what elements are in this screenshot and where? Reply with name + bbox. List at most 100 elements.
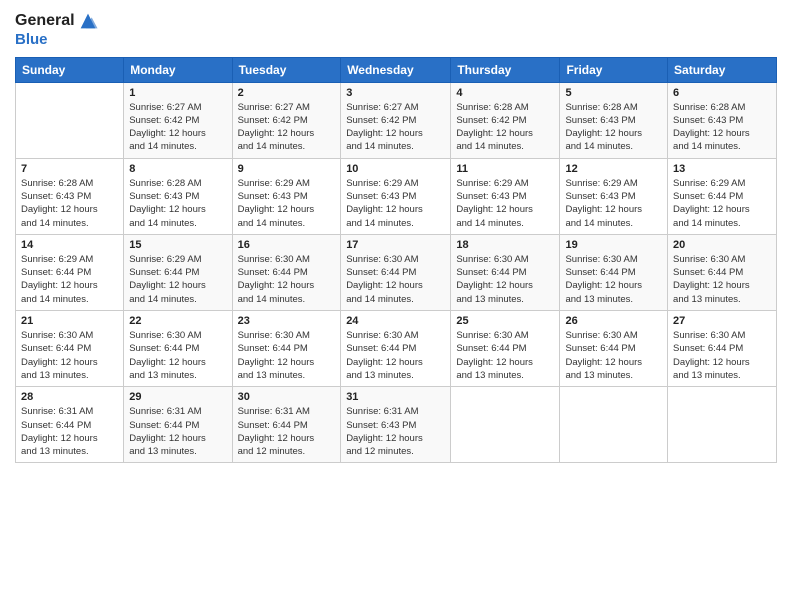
header-friday: Friday bbox=[560, 57, 668, 82]
day-number: 10 bbox=[346, 163, 445, 175]
day-number: 20 bbox=[673, 239, 771, 251]
day-info: Sunrise: 6:30 AMSunset: 6:44 PMDaylight:… bbox=[238, 253, 336, 306]
calendar-table: SundayMondayTuesdayWednesdayThursdayFrid… bbox=[15, 57, 777, 464]
day-cell: 17 Sunrise: 6:30 AMSunset: 6:44 PMDayligh… bbox=[341, 234, 451, 310]
day-info: Sunrise: 6:28 AMSunset: 6:43 PMDaylight:… bbox=[565, 101, 662, 154]
day-number: 29 bbox=[129, 391, 226, 403]
day-number: 4 bbox=[456, 87, 554, 99]
day-number: 22 bbox=[129, 315, 226, 327]
day-number: 24 bbox=[346, 315, 445, 327]
day-number: 17 bbox=[346, 239, 445, 251]
day-info: Sunrise: 6:29 AMSunset: 6:44 PMDaylight:… bbox=[673, 177, 771, 230]
day-cell: 27 Sunrise: 6:30 AMSunset: 6:44 PMDayligh… bbox=[668, 311, 777, 387]
day-info: Sunrise: 6:30 AMSunset: 6:44 PMDaylight:… bbox=[21, 329, 118, 382]
day-info: Sunrise: 6:30 AMSunset: 6:44 PMDaylight:… bbox=[346, 329, 445, 382]
day-number: 25 bbox=[456, 315, 554, 327]
day-cell: 30 Sunrise: 6:31 AMSunset: 6:44 PMDayligh… bbox=[232, 387, 341, 463]
logo: General Blue bbox=[15, 10, 99, 49]
day-number: 27 bbox=[673, 315, 771, 327]
day-number: 11 bbox=[456, 163, 554, 175]
day-cell bbox=[16, 82, 124, 158]
day-info: Sunrise: 6:30 AMSunset: 6:44 PMDaylight:… bbox=[346, 253, 445, 306]
day-number: 26 bbox=[565, 315, 662, 327]
day-info: Sunrise: 6:28 AMSunset: 6:43 PMDaylight:… bbox=[129, 177, 226, 230]
day-info: Sunrise: 6:27 AMSunset: 6:42 PMDaylight:… bbox=[238, 101, 336, 154]
day-cell: 31 Sunrise: 6:31 AMSunset: 6:43 PMDayligh… bbox=[341, 387, 451, 463]
day-cell: 29 Sunrise: 6:31 AMSunset: 6:44 PMDayligh… bbox=[124, 387, 232, 463]
day-info: Sunrise: 6:30 AMSunset: 6:44 PMDaylight:… bbox=[456, 253, 554, 306]
header-saturday: Saturday bbox=[668, 57, 777, 82]
day-cell: 26 Sunrise: 6:30 AMSunset: 6:44 PMDayligh… bbox=[560, 311, 668, 387]
day-number: 2 bbox=[238, 87, 336, 99]
day-info: Sunrise: 6:27 AMSunset: 6:42 PMDaylight:… bbox=[346, 101, 445, 154]
header-sunday: Sunday bbox=[16, 57, 124, 82]
day-cell: 14 Sunrise: 6:29 AMSunset: 6:44 PMDayligh… bbox=[16, 234, 124, 310]
day-info: Sunrise: 6:29 AMSunset: 6:43 PMDaylight:… bbox=[346, 177, 445, 230]
day-number: 21 bbox=[21, 315, 118, 327]
day-cell bbox=[668, 387, 777, 463]
day-cell: 8 Sunrise: 6:28 AMSunset: 6:43 PMDaylight… bbox=[124, 158, 232, 234]
day-number: 8 bbox=[129, 163, 226, 175]
week-row-2: 7Sunrise: 6:28 AMSunset: 6:43 PMDaylight… bbox=[16, 158, 777, 234]
day-cell: 25 Sunrise: 6:30 AMSunset: 6:44 PMDayligh… bbox=[451, 311, 560, 387]
day-number: 30 bbox=[238, 391, 336, 403]
day-number: 23 bbox=[238, 315, 336, 327]
day-info: Sunrise: 6:31 AMSunset: 6:44 PMDaylight:… bbox=[238, 405, 336, 458]
day-cell: 15Sunrise: 6:29 AMSunset: 6:44 PMDayligh… bbox=[124, 234, 232, 310]
day-cell: 13 Sunrise: 6:29 AMSunset: 6:44 PMDayligh… bbox=[668, 158, 777, 234]
day-cell: 9Sunrise: 6:29 AMSunset: 6:43 PMDaylight… bbox=[232, 158, 341, 234]
day-number: 1 bbox=[129, 87, 226, 99]
day-cell: 5 Sunrise: 6:28 AMSunset: 6:43 PMDaylight… bbox=[560, 82, 668, 158]
day-info: Sunrise: 6:28 AMSunset: 6:43 PMDaylight:… bbox=[673, 101, 771, 154]
day-info: Sunrise: 6:31 AMSunset: 6:44 PMDaylight:… bbox=[129, 405, 226, 458]
day-info: Sunrise: 6:29 AMSunset: 6:43 PMDaylight:… bbox=[238, 177, 336, 230]
header-tuesday: Tuesday bbox=[232, 57, 341, 82]
day-number: 3 bbox=[346, 87, 445, 99]
day-info: Sunrise: 6:30 AMSunset: 6:44 PMDaylight:… bbox=[565, 329, 662, 382]
day-cell: 22 Sunrise: 6:30 AMSunset: 6:44 PMDayligh… bbox=[124, 311, 232, 387]
day-number: 13 bbox=[673, 163, 771, 175]
day-cell: 6 Sunrise: 6:28 AMSunset: 6:43 PMDaylight… bbox=[668, 82, 777, 158]
day-info: Sunrise: 6:30 AMSunset: 6:44 PMDaylight:… bbox=[129, 329, 226, 382]
day-info: Sunrise: 6:27 AMSunset: 6:42 PMDaylight:… bbox=[129, 101, 226, 154]
day-number: 18 bbox=[456, 239, 554, 251]
day-info: Sunrise: 6:30 AMSunset: 6:44 PMDaylight:… bbox=[456, 329, 554, 382]
day-info: Sunrise: 6:29 AMSunset: 6:43 PMDaylight:… bbox=[565, 177, 662, 230]
day-cell: 12Sunrise: 6:29 AMSunset: 6:43 PMDayligh… bbox=[560, 158, 668, 234]
day-cell: 20 Sunrise: 6:30 AMSunset: 6:44 PMDayligh… bbox=[668, 234, 777, 310]
day-cell: 23Sunrise: 6:30 AMSunset: 6:44 PMDayligh… bbox=[232, 311, 341, 387]
day-info: Sunrise: 6:30 AMSunset: 6:44 PMDaylight:… bbox=[673, 329, 771, 382]
day-info: Sunrise: 6:31 AMSunset: 6:43 PMDaylight:… bbox=[346, 405, 445, 458]
day-info: Sunrise: 6:31 AMSunset: 6:44 PMDaylight:… bbox=[21, 405, 118, 458]
day-number: 31 bbox=[346, 391, 445, 403]
day-cell: 11 Sunrise: 6:29 AMSunset: 6:43 PMDayligh… bbox=[451, 158, 560, 234]
day-cell: 3 Sunrise: 6:27 AMSunset: 6:42 PMDaylight… bbox=[341, 82, 451, 158]
page: General Blue SundayMondayTuesdayWednesda… bbox=[0, 0, 792, 612]
week-row-5: 28 Sunrise: 6:31 AMSunset: 6:44 PMDayligh… bbox=[16, 387, 777, 463]
day-cell: 19 Sunrise: 6:30 AMSunset: 6:44 PMDayligh… bbox=[560, 234, 668, 310]
day-cell: 21 Sunrise: 6:30 AMSunset: 6:44 PMDayligh… bbox=[16, 311, 124, 387]
week-row-3: 14 Sunrise: 6:29 AMSunset: 6:44 PMDayligh… bbox=[16, 234, 777, 310]
day-cell: 7Sunrise: 6:28 AMSunset: 6:43 PMDaylight… bbox=[16, 158, 124, 234]
day-info: Sunrise: 6:29 AMSunset: 6:43 PMDaylight:… bbox=[456, 177, 554, 230]
day-number: 19 bbox=[565, 239, 662, 251]
week-row-4: 21 Sunrise: 6:30 AMSunset: 6:44 PMDayligh… bbox=[16, 311, 777, 387]
day-cell: 4Sunrise: 6:28 AMSunset: 6:42 PMDaylight… bbox=[451, 82, 560, 158]
header-wednesday: Wednesday bbox=[341, 57, 451, 82]
day-info: Sunrise: 6:29 AMSunset: 6:44 PMDaylight:… bbox=[21, 253, 118, 306]
day-cell: 18 Sunrise: 6:30 AMSunset: 6:44 PMDayligh… bbox=[451, 234, 560, 310]
day-number: 14 bbox=[21, 239, 118, 251]
day-number: 5 bbox=[565, 87, 662, 99]
day-info: Sunrise: 6:30 AMSunset: 6:44 PMDaylight:… bbox=[673, 253, 771, 306]
day-cell: 2 Sunrise: 6:27 AMSunset: 6:42 PMDaylight… bbox=[232, 82, 341, 158]
day-cell: 24 Sunrise: 6:30 AMSunset: 6:44 PMDayligh… bbox=[341, 311, 451, 387]
week-row-1: 1 Sunrise: 6:27 AMSunset: 6:42 PMDaylight… bbox=[16, 82, 777, 158]
day-number: 6 bbox=[673, 87, 771, 99]
day-cell: 16Sunrise: 6:30 AMSunset: 6:44 PMDayligh… bbox=[232, 234, 341, 310]
day-cell: 10 Sunrise: 6:29 AMSunset: 6:43 PMDayligh… bbox=[341, 158, 451, 234]
day-cell: 1 Sunrise: 6:27 AMSunset: 6:42 PMDaylight… bbox=[124, 82, 232, 158]
day-number: 28 bbox=[21, 391, 118, 403]
day-info: Sunrise: 6:30 AMSunset: 6:44 PMDaylight:… bbox=[565, 253, 662, 306]
calendar-header-row: SundayMondayTuesdayWednesdayThursdayFrid… bbox=[16, 57, 777, 82]
logo-text: General Blue bbox=[15, 10, 99, 49]
